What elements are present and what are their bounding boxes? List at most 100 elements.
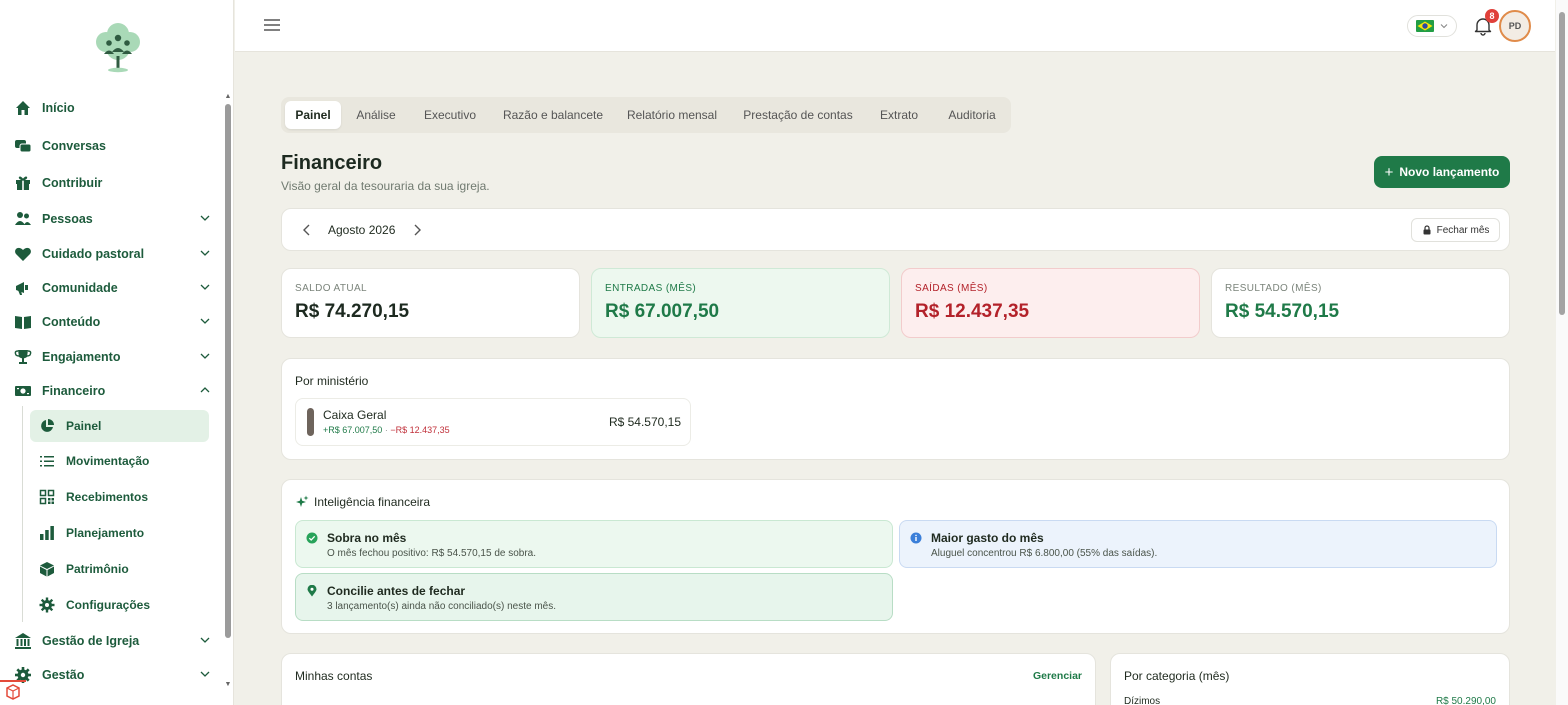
sidebar-item-contribuir[interactable]: Contribuir	[12, 168, 212, 198]
sidebar-item-gestao[interactable]: Gestão	[12, 660, 212, 690]
sidebar-subitem-configuracoes[interactable]: Configurações	[30, 589, 209, 621]
sidebar-scrollbar-thumb[interactable]	[225, 104, 231, 638]
scroll-up-arrow-icon[interactable]: ▲	[224, 93, 232, 100]
stat-card-expenses: SAÍDAS (MÊS) R$ 12.437,35	[901, 268, 1200, 338]
sidebar-item-label: Conteúdo	[42, 315, 101, 329]
sidebar-item-label: Início	[42, 101, 75, 115]
new-entry-button[interactable]: + Novo lançamento	[1374, 156, 1510, 188]
church-logo-icon[interactable]	[92, 20, 144, 74]
tab-razao-e-balancete[interactable]: Razão e balancete	[499, 101, 607, 129]
chevron-down-icon	[200, 250, 210, 256]
tab-painel[interactable]: Painel	[285, 101, 341, 129]
sidebar-item-label: Gestão de Igreja	[42, 634, 140, 648]
sidebar-item-cuidado-pastoral[interactable]: Cuidado pastoral	[12, 239, 212, 269]
ministry-income: +R$ 67.007,50	[323, 425, 383, 435]
sidebar-subitem-recebimentos[interactable]: Recebimentos	[30, 481, 209, 513]
chevron-left-icon[interactable]	[300, 223, 314, 237]
sidebar-subitem-planejamento[interactable]: Planejamento	[30, 517, 209, 549]
qr-code-icon	[38, 488, 56, 506]
ministry-section: Por ministério Caixa Geral +R$ 67.007,50…	[281, 358, 1510, 460]
page-scrollbar[interactable]	[1556, 0, 1568, 705]
section-title: Por ministério	[295, 374, 369, 388]
sidebar-scrollbar[interactable]: ▲ ▼	[224, 93, 232, 690]
sidebar-item-gestao-de-igreja[interactable]: Gestão de Igreja	[12, 626, 212, 656]
close-month-button[interactable]: Fechar mês	[1411, 218, 1500, 242]
section-title: Minhas contas	[295, 669, 373, 683]
lock-icon	[1423, 225, 1431, 235]
manage-accounts-link[interactable]: Gerenciar	[1033, 670, 1082, 682]
book-icon	[12, 311, 34, 333]
insight-description: O mês fechou positivo: R$ 54.570,15 de s…	[327, 548, 537, 559]
tab-executivo[interactable]: Executivo	[417, 101, 483, 129]
stat-caption: RESULTADO (MÊS)	[1225, 283, 1322, 294]
chevron-down-icon	[200, 318, 210, 324]
sidebar-item-financeiro[interactable]: Financeiro	[12, 376, 212, 406]
page-subtitle: Visão geral da tesouraria da sua igreja.	[281, 179, 490, 193]
trophy-icon	[12, 346, 34, 368]
brazil-flag-icon	[1416, 20, 1434, 32]
sidebar-item-label: Engajamento	[42, 350, 121, 364]
insight-title: Maior gasto do mês	[931, 531, 1044, 545]
section-title: Por categoria (mês)	[1124, 669, 1230, 683]
map-pin-icon	[307, 585, 317, 597]
sidebar-item-comunidade[interactable]: Comunidade	[12, 273, 212, 303]
close-month-label: Fechar mês	[1436, 224, 1490, 236]
avatar[interactable]: PD	[1499, 10, 1531, 42]
sidebar-item-conversas[interactable]: Conversas	[12, 131, 212, 161]
sidebar-subitem-movimentacao[interactable]: Movimentação	[30, 445, 209, 477]
stat-card-result: RESULTADO (MÊS) R$ 54.570,15	[1211, 268, 1510, 338]
sidebar-subitem-label: Planejamento	[66, 526, 145, 540]
ministry-expense: −R$ 12.437,35	[390, 425, 450, 435]
section-title: Inteligência financeira	[314, 495, 431, 509]
sidebar-item-label: Pessoas	[42, 212, 93, 226]
sidebar-item-inicio[interactable]: Início	[12, 93, 212, 123]
cube-icon	[38, 560, 56, 578]
hamburger-menu-icon[interactable]	[263, 17, 281, 33]
chevron-down-icon	[200, 671, 210, 677]
heart-icon	[12, 243, 34, 265]
sidebar-item-label: Contribuir	[42, 176, 103, 190]
period-navigator: Agosto 2026 Fechar mês	[281, 208, 1510, 251]
topbar: 8 PD	[235, 0, 1555, 52]
sidebar-item-label: Financeiro	[42, 384, 106, 398]
bar-chart-icon	[38, 524, 56, 542]
sidebar-item-pessoas[interactable]: Pessoas	[12, 204, 212, 234]
chevron-down-icon	[200, 215, 210, 221]
ministry-item[interactable]: Caixa Geral +R$ 67.007,50 · −R$ 12.437,3…	[295, 398, 691, 446]
language-selector[interactable]	[1407, 15, 1457, 37]
tab-analise[interactable]: Análise	[349, 101, 403, 129]
gear-icon	[38, 596, 56, 614]
page-scrollbar-thumb[interactable]	[1559, 12, 1565, 315]
chevron-right-icon[interactable]	[410, 223, 424, 237]
ministry-value: R$ 54.570,15	[608, 415, 681, 429]
category-label: Dízimos	[1124, 696, 1161, 705]
tab-prestacao-de-contas[interactable]: Prestação de contas	[739, 101, 857, 129]
insight-card-largest-expense: Maior gasto do mês Aluguel concentrou R$…	[899, 520, 1497, 568]
stat-card-balance: SALDO ATUAL R$ 74.270,15	[281, 268, 580, 338]
sidebar-item-engajamento[interactable]: Engajamento	[12, 342, 212, 372]
sidebar-item-conteudo[interactable]: Conteúdo	[12, 307, 212, 337]
financial-intelligence-section: Inteligência financeira Sobra no mês O m…	[281, 479, 1510, 634]
tab-auditoria[interactable]: Auditoria	[941, 101, 1003, 129]
tab-relatorio-mensal[interactable]: Relatório mensal	[623, 101, 721, 129]
home-icon	[12, 97, 34, 119]
tab-extrato[interactable]: Extrato	[873, 101, 925, 129]
chevron-down-icon	[200, 353, 210, 359]
insight-title: Sobra no mês	[327, 531, 407, 545]
sidebar-item-label: Gestão	[42, 668, 85, 682]
sidebar-subitem-painel[interactable]: Painel	[30, 410, 209, 442]
stat-caption: ENTRADAS (MÊS)	[605, 283, 697, 294]
category-value: R$ 50.290,00	[1435, 696, 1496, 705]
ministry-separator: ·	[384, 425, 388, 435]
money-icon	[12, 380, 34, 402]
chevron-up-icon	[200, 387, 210, 393]
sidebar-subitem-patrimonio[interactable]: Patrimônio	[30, 553, 209, 585]
ministry-flow: +R$ 67.007,50 · −R$ 12.437,35	[323, 425, 450, 435]
scroll-down-arrow-icon[interactable]: ▼	[224, 681, 232, 688]
financial-tabs: Painel Análise Executivo Razão e balance…	[281, 97, 1011, 133]
stat-caption: SALDO ATUAL	[295, 283, 368, 294]
stat-value: R$ 74.270,15	[295, 301, 410, 322]
insight-description: Aluguel concentrou R$ 6.800,00 (55% das …	[931, 548, 1158, 559]
chevron-down-icon	[1440, 24, 1448, 29]
debug-toolbar-icon[interactable]	[0, 680, 26, 705]
